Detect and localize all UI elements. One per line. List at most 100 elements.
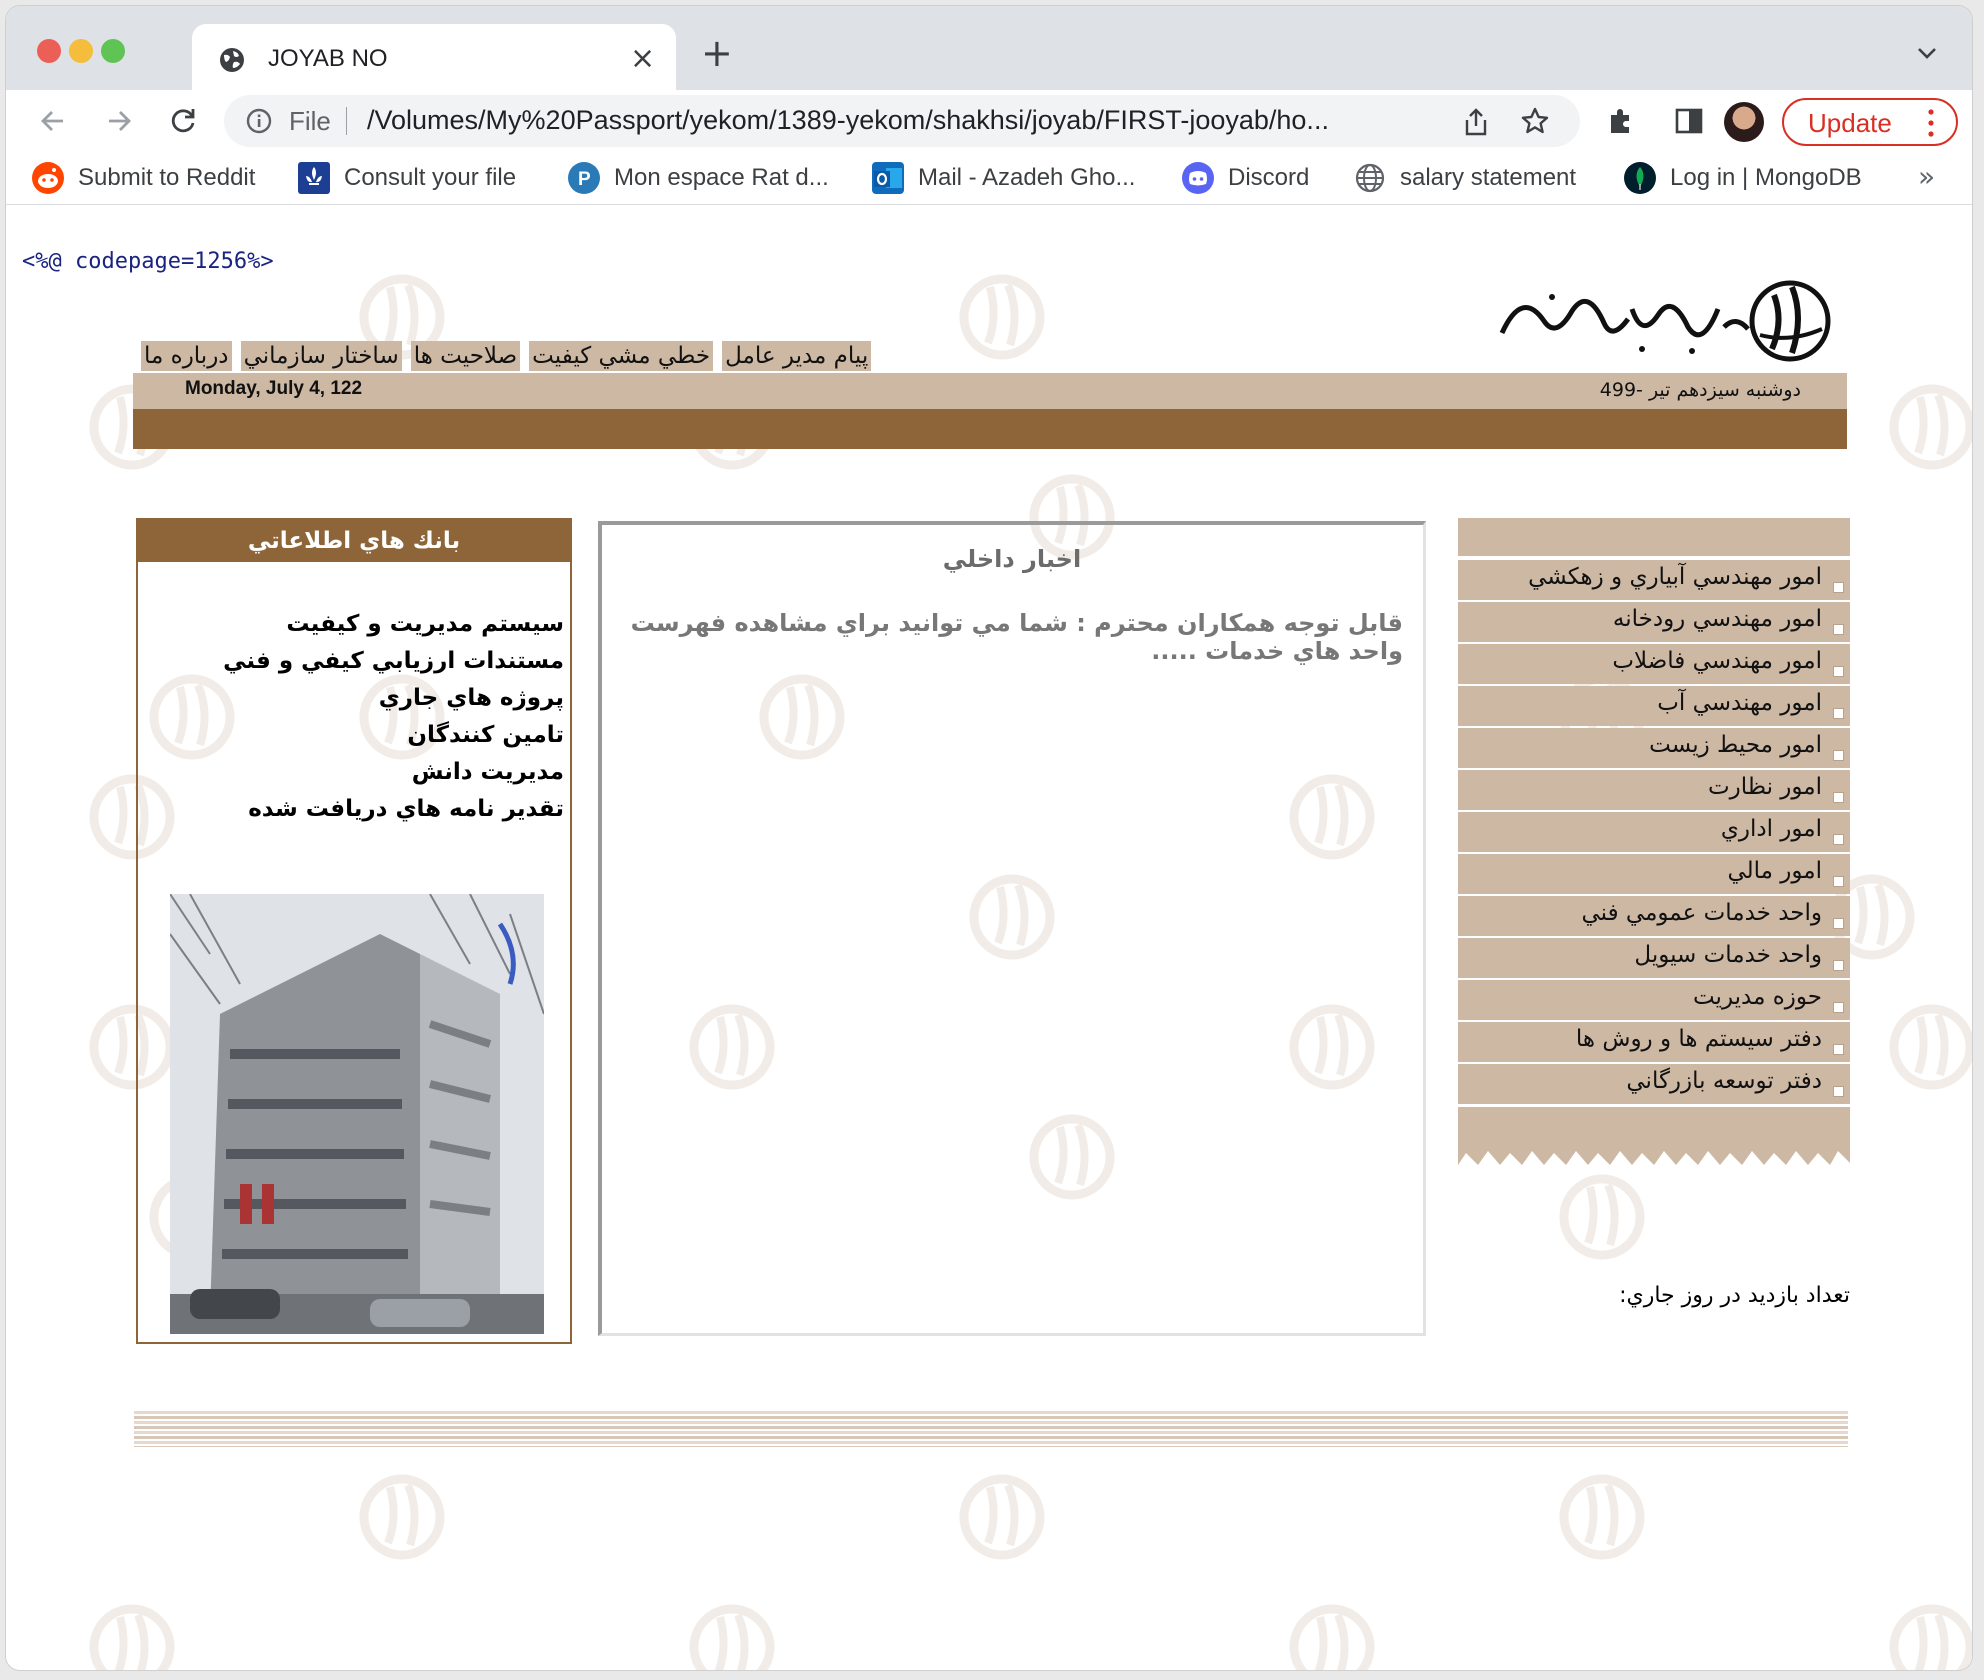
fleur-de-lis-icon <box>298 162 330 194</box>
chevron-down-icon[interactable] <box>1916 46 1938 60</box>
bookmark-item[interactable]: Discord <box>1182 162 1309 194</box>
tab-strip: JOYAB NO × + <box>6 6 1972 90</box>
codepage-directive-text: <%@ codepage=1256%> <box>22 249 274 274</box>
bullet-icon <box>1833 834 1844 845</box>
reload-icon[interactable] <box>166 104 200 138</box>
menu-item-label: امور مهندسي آبياري و زهكشي <box>1528 564 1822 590</box>
url-text[interactable]: /Volumes/My%20Passport/yekom/1389-yekom/… <box>367 105 1387 136</box>
more-bookmarks-button[interactable]: » <box>1918 160 1935 193</box>
nav-ceo-message[interactable]: پيام مدير عامل <box>722 341 872 371</box>
menu-item[interactable]: دفتر سيستم ها و روش ها <box>1458 1022 1850 1062</box>
bookmark-item[interactable]: Mail - Azadeh Gho... <box>872 162 1135 194</box>
bookmark-label: Consult your file <box>344 164 517 191</box>
menu-item-label: امور محيط زيست <box>1649 732 1822 758</box>
bookmark-item[interactable]: Log in | MongoDB <box>1624 162 1862 194</box>
kebab-menu-icon[interactable] <box>1928 108 1934 138</box>
forward-arrow-icon[interactable] <box>102 104 136 138</box>
bullet-icon <box>1833 1044 1844 1055</box>
internal-news-panel: اخبار داخلي قابل توجه همكاران محترم : شم… <box>598 521 1426 1336</box>
top-nav: پيام مدير عامل خطي مشي كيفيت صلاحيت ها س… <box>132 341 872 371</box>
bookmark-item[interactable]: salary statement <box>1354 162 1576 194</box>
bullet-icon <box>1833 1086 1844 1097</box>
menu-item[interactable]: امور مهندسي فاضلاب <box>1458 644 1850 684</box>
menu-item-label: امور مهندسي آب <box>1657 690 1822 716</box>
bullet-icon <box>1833 1002 1844 1013</box>
menu-item[interactable]: امور محيط زيست <box>1458 728 1850 768</box>
close-window-button[interactable] <box>37 39 61 63</box>
discord-icon <box>1182 162 1214 194</box>
menu-item[interactable]: امور مهندسي آبياري و زهكشي <box>1458 560 1850 600</box>
divider <box>346 107 347 135</box>
menu-item-label: حوزه مديريت <box>1692 984 1822 1010</box>
menu-item[interactable]: واحد خدمات سيويل <box>1458 938 1850 978</box>
menu-item-label: امور اداري <box>1720 816 1822 842</box>
bookmark-star-icon[interactable] <box>1520 106 1550 136</box>
menu-header-strip <box>1458 518 1850 556</box>
menu-item[interactable]: امور مهندسي رودخانه <box>1458 602 1850 642</box>
joyab-logo <box>1499 280 1831 362</box>
menu-item-label: دفتر سيستم ها و روش ها <box>1575 1026 1822 1052</box>
menu-item[interactable]: امور اداري <box>1458 812 1850 852</box>
page-viewport: <%@ codepage=1256%> پيام مدير عامل خطي م… <box>6 205 1972 1670</box>
menu-item-label: امور نظارت <box>1707 774 1822 800</box>
nav-about-us[interactable]: درباره ما <box>141 341 232 371</box>
mongodb-leaf-icon <box>1624 162 1656 194</box>
menu-item-label: امور مهندسي فاضلاب <box>1612 648 1822 674</box>
databank-links: سيستم مديريت و كيفيت مستندات ارزيابي كيف… <box>144 606 564 828</box>
bullet-icon <box>1833 750 1844 761</box>
menu-item[interactable]: حوزه مديريت <box>1458 980 1850 1020</box>
date-gregorian: Monday, July 4, 122 <box>185 378 363 399</box>
tab-title: JOYAB NO <box>268 45 388 72</box>
bookmark-item[interactable]: Consult your file <box>298 162 516 194</box>
menu-torn-edge <box>1458 1107 1850 1165</box>
extensions-puzzle-icon[interactable] <box>1604 104 1638 138</box>
databank-link[interactable]: تقدير نامه هاي دريافت شده <box>144 791 564 828</box>
visits-today-label: تعداد بازديد در روز جاري: <box>1619 1283 1850 1308</box>
p-circle-icon: P <box>568 162 600 194</box>
databank-panel: بانك هاي اطلاعاتي سيستم مديريت و كيفيت م… <box>136 518 572 1344</box>
menu-item[interactable]: واحد خدمات عمومي فني <box>1458 896 1850 936</box>
nav-org-structure[interactable]: ساختار سازماني <box>240 341 402 371</box>
minimize-window-button[interactable] <box>69 39 93 63</box>
databank-link[interactable]: تامين كنندگان <box>144 717 564 754</box>
bullet-icon <box>1833 876 1844 887</box>
globe-icon <box>1354 162 1386 194</box>
menu-item-label: دفتر توسعه بازرگاني <box>1626 1068 1822 1094</box>
bullet-icon <box>1833 792 1844 803</box>
building-photo <box>170 894 544 1334</box>
bookmark-label: Log in | MongoDB <box>1670 164 1862 191</box>
bullet-icon <box>1833 624 1844 635</box>
tab-active[interactable]: JOYAB NO × <box>192 24 676 90</box>
bookmark-item[interactable]: Submit to Reddit <box>32 162 255 194</box>
menu-item-label: امور مالي <box>1727 858 1822 884</box>
menu-item[interactable]: امور مهندسي آب <box>1458 686 1850 726</box>
menu-item[interactable]: امور نظارت <box>1458 770 1850 810</box>
zoom-window-button[interactable] <box>101 39 125 63</box>
bullet-icon <box>1833 918 1844 929</box>
menu-item[interactable]: امور مالي <box>1458 854 1850 894</box>
nav-quality-policy[interactable]: خطي مشي كيفيت <box>529 341 714 371</box>
department-menu: امور مهندسي آبياري و زهكشي امور مهندسي ر… <box>1452 518 1850 1104</box>
nav-qualifications[interactable]: صلاحيت ها <box>410 341 521 371</box>
address-bar[interactable]: File /Volumes/My%20Passport/yekom/1389-y… <box>224 95 1580 147</box>
profile-avatar[interactable] <box>1724 102 1764 142</box>
databank-link[interactable]: سيستم مديريت و كيفيت <box>144 606 564 643</box>
databank-link[interactable]: مستندات ارزيابي كيفي و فني <box>144 643 564 680</box>
tab-close-icon[interactable]: × <box>630 41 655 76</box>
bookmark-label: Discord <box>1228 164 1310 191</box>
share-icon[interactable] <box>1462 107 1490 137</box>
internal-news-text[interactable]: قابل توجه همكاران محترم : شما مي توانيد … <box>623 609 1403 665</box>
svg-text:P: P <box>578 169 591 190</box>
bookmark-item[interactable]: P Mon espace Rat d... <box>568 162 829 194</box>
bullet-icon <box>1833 960 1844 971</box>
databank-link[interactable]: مديريت دانش <box>144 754 564 791</box>
info-icon[interactable] <box>246 108 272 134</box>
back-arrow-icon[interactable] <box>36 104 70 138</box>
databank-link[interactable]: پروژه هاي جاري <box>144 680 564 717</box>
side-panel-icon[interactable] <box>1672 104 1706 138</box>
reddit-icon <box>32 162 64 194</box>
header-band <box>133 409 1847 449</box>
new-tab-button[interactable]: + <box>701 34 733 72</box>
menu-item[interactable]: دفتر توسعه بازرگاني <box>1458 1064 1850 1104</box>
update-button[interactable]: Update <box>1782 98 1958 146</box>
